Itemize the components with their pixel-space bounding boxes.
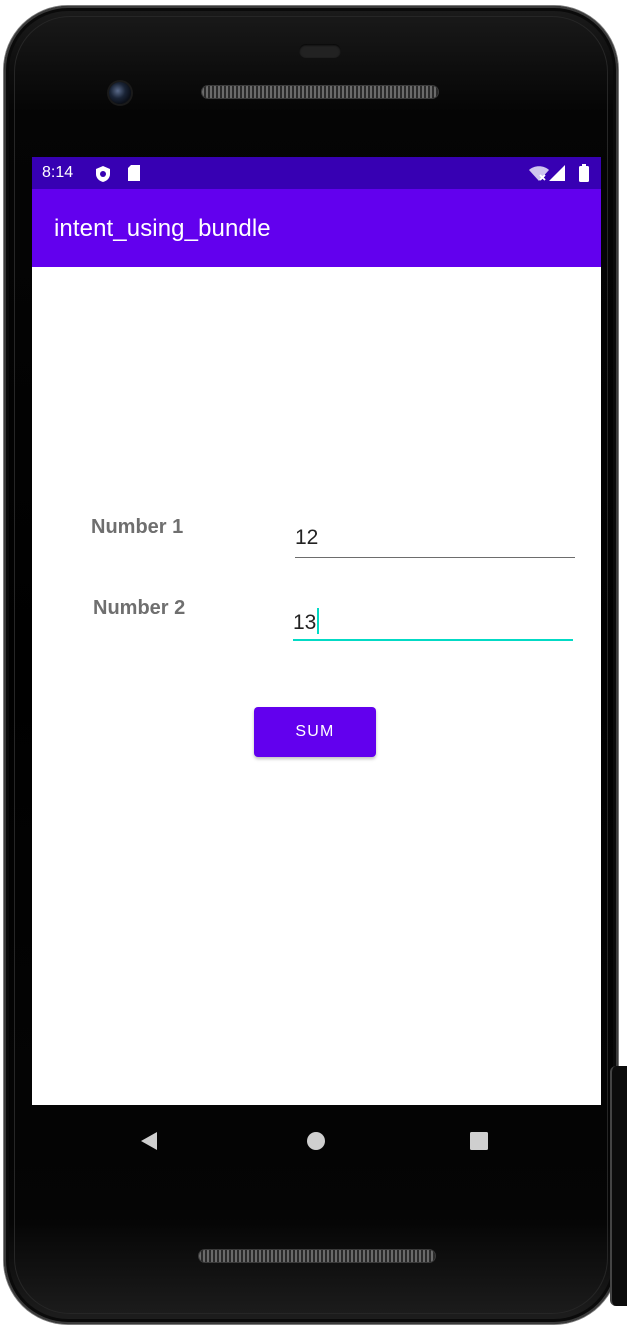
app-bar: intent_using_bundle xyxy=(32,189,601,267)
number2-input[interactable]: 13 xyxy=(293,599,573,641)
number2-value: 13 xyxy=(293,611,317,634)
status-time: 8:14 xyxy=(42,164,74,181)
battery-icon xyxy=(579,164,589,187)
wifi-icon xyxy=(529,166,549,186)
bottom-speaker-grille xyxy=(199,1250,435,1262)
sum-button[interactable]: SUM xyxy=(254,707,376,757)
top-speaker-grille xyxy=(202,86,438,98)
front-camera xyxy=(109,82,131,104)
shield-icon xyxy=(95,165,111,188)
number1-input[interactable]: 12 xyxy=(295,517,575,558)
number1-value: 12 xyxy=(295,526,319,549)
status-bar: 8:14 xyxy=(32,157,601,189)
back-icon[interactable] xyxy=(139,1131,159,1156)
signal-icon xyxy=(549,165,565,186)
number2-label: Number 2 xyxy=(93,597,186,619)
page: 8:14 intent_using_bundle Number 1 12 Num… xyxy=(0,0,627,1328)
earpiece-slot xyxy=(299,44,341,58)
emulator-side-panel xyxy=(610,1066,627,1306)
number1-label: Number 1 xyxy=(91,516,184,538)
device-screen: 8:14 intent_using_bundle Number 1 12 Num… xyxy=(32,157,601,1105)
sdcard-icon xyxy=(127,165,141,186)
navigation-bar xyxy=(32,1105,601,1175)
home-icon[interactable] xyxy=(306,1131,326,1156)
number2-value-wrap: 13 xyxy=(293,608,320,635)
recents-icon[interactable] xyxy=(469,1131,489,1156)
text-cursor xyxy=(317,608,320,634)
app-title: intent_using_bundle xyxy=(54,215,271,242)
